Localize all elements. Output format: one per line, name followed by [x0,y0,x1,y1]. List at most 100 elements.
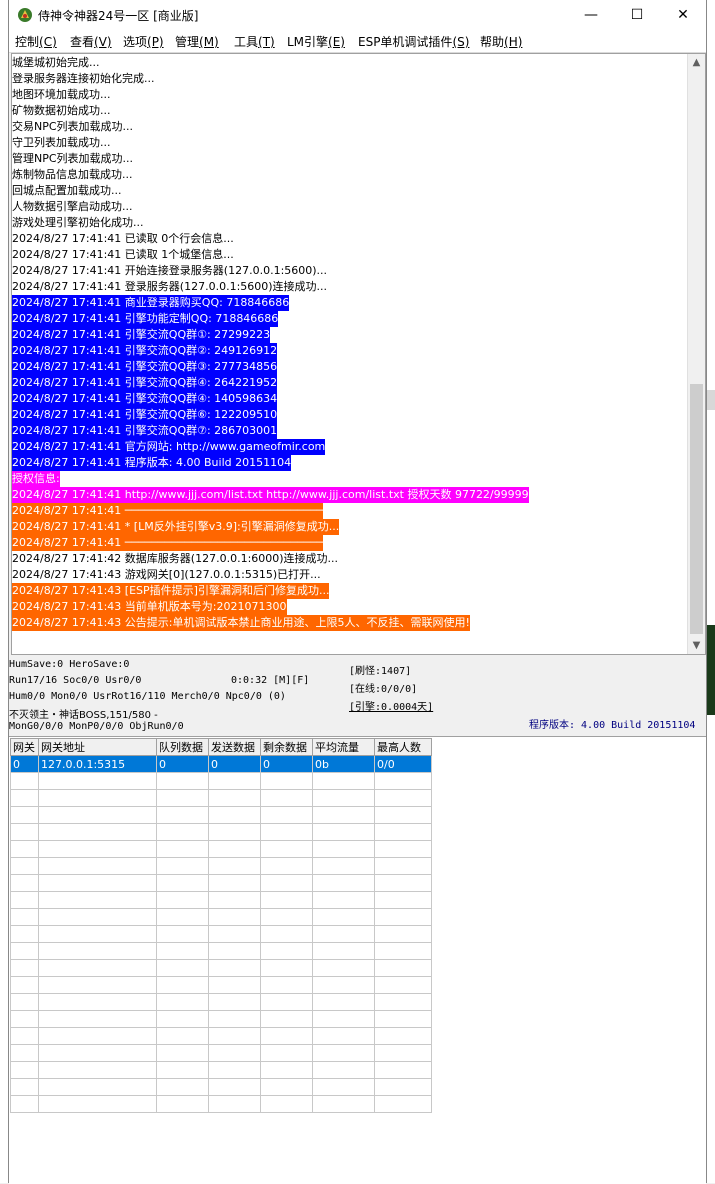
empty-cell [260,976,313,994]
column-header[interactable]: 剩余数据 [260,738,313,756]
empty-cell [208,840,261,858]
table-cell: 0 [208,755,261,773]
column-header[interactable]: 最高人数 [374,738,432,756]
empty-cell [260,789,313,807]
empty-cell [312,959,375,977]
empty-cell [312,840,375,858]
minimize-button[interactable]: — [568,0,614,30]
empty-cell [208,959,261,977]
empty-row [10,976,432,994]
empty-row [10,1095,432,1113]
column-header[interactable]: 网关地址 [38,738,157,756]
table-cell: 127.0.0.1:5315 [38,755,157,773]
empty-cell [208,1078,261,1096]
empty-cell [38,976,157,994]
table-row[interactable]: 0 127.0.0.1:5315 0 0 0 0b 0/0 [10,755,432,773]
menu-item-6[interactable]: ESP单机调试插件(S) [358,33,469,50]
log-text: 2024/8/27 17:41:43 当前单机版本号为:2021071300 [12,599,287,615]
scroll-up-arrow-icon[interactable]: ▲ [688,54,705,71]
log-text: 登录服务器连接初始化完成... [12,72,155,85]
empty-row [10,1061,432,1079]
empty-cell [312,891,375,909]
empty-cell [156,1078,209,1096]
status-counts: Hum0/0 Mon0/0 UsrRot16/110 Merch0/0 Npc0… [9,691,286,702]
empty-row [10,789,432,807]
empty-cell [10,1027,39,1045]
empty-cell [208,993,261,1011]
empty-cell [208,772,261,790]
empty-cell [374,806,432,824]
log-line: 2024/8/27 17:41:42 数据库服务器(127.0.0.1:6000… [12,551,692,567]
empty-row [10,993,432,1011]
empty-row [10,891,432,909]
log-line: 矿物数据初始成功... [12,103,692,119]
table-cell: 0 [156,755,209,773]
empty-cell [156,1095,209,1113]
status-engine[interactable]: [引擎:0.0004天] [349,698,433,713]
empty-cell [10,908,39,926]
column-header[interactable]: 平均流量 [312,738,375,756]
program-version: 程序版本: 4.00 Build 20151104 [529,720,696,731]
log-lines: 城堡城初始完成... 登录服务器连接初始化完成... 地图环境加载成功... 矿物数据… [12,55,692,631]
log-panel[interactable]: 城堡城初始完成... 登录服务器连接初始化完成... 地图环境加载成功... 矿物数据… [11,53,706,655]
empty-cell [260,857,313,875]
title-bar[interactable]: 侍神令神器24号一区 [商业版] — ☐ ✕ [9,0,706,30]
log-text: 2024/8/27 17:41:41 官方网站: http://www.game… [12,439,326,455]
empty-cell [156,908,209,926]
menu-shortcut: (H) [504,35,523,49]
log-text: 2024/8/27 17:41:41 引擎交流QQ群②: 249126912 [12,343,278,359]
gateway-grid[interactable]: 网关 网关地址 队列数据 发送数据 剩余数据 平均流量 最高人数 0 127.0.0.1:53… [9,736,706,1184]
empty-cell [10,959,39,977]
empty-row [10,942,432,960]
status-monster: MonG0/0/0 MonP0/0/0 ObjRun0/0 [9,721,184,732]
log-text: 2024/8/27 17:41:41 ─────────────────────… [12,503,324,519]
menu-item-0[interactable]: 控制(C) [15,33,57,50]
empty-cell [10,840,39,858]
log-line: 管理NPC列表加载成功... [12,151,692,167]
menu-item-5[interactable]: LM引擎(E) [287,33,345,50]
maximize-button[interactable]: ☐ [614,0,660,30]
log-text: 2024/8/27 17:41:41 http://www.jjj.com/li… [12,487,529,503]
empty-cell [312,857,375,875]
minimize-icon: — [584,7,598,23]
menu-item-7[interactable]: 帮助(H) [480,33,522,50]
column-header[interactable]: 网关 [10,738,39,756]
menu-item-4[interactable]: 工具(T) [234,33,275,50]
empty-cell [208,1027,261,1045]
empty-cell [260,1078,313,1096]
empty-cell [156,976,209,994]
table-cell: 0 [10,755,39,773]
empty-cell [374,908,432,926]
empty-cell [10,806,39,824]
menu-shortcut: (P) [147,35,164,49]
log-text: 2024/8/27 17:41:43 游戏网关[0](127.0.0.1:531… [12,568,321,581]
scroll-thumb[interactable] [690,384,703,634]
menu-bar: 控制(C) 查看(V) 选项(P) 管理(M) 工具(T) LM引擎(E) ESP单机调试插… [9,30,706,53]
log-scrollbar[interactable]: ▲ ▼ [687,54,705,654]
menu-item-2[interactable]: 选项(P) [123,33,164,50]
empty-row [10,1010,432,1028]
empty-cell [260,891,313,909]
empty-cell [312,1061,375,1079]
menu-item-1[interactable]: 查看(V) [70,33,112,50]
log-text: 地图环境加载成功... [12,88,111,101]
empty-cell [38,891,157,909]
empty-cell [374,976,432,994]
menu-item-3[interactable]: 管理(M) [175,33,219,50]
gateway-table: 网关 网关地址 队列数据 发送数据 剩余数据 平均流量 最高人数 0 127.0.0.1:53… [10,738,432,1113]
column-header[interactable]: 发送数据 [208,738,261,756]
log-line: 2024/8/27 17:41:41 已读取 0个行会信息... [12,231,692,247]
empty-cell [38,840,157,858]
empty-cell [208,789,261,807]
log-line: 2024/8/27 17:41:41 引擎交流QQ群①: 27299223 [12,327,692,343]
scroll-down-arrow-icon[interactable]: ▼ [688,637,705,654]
empty-cell [312,806,375,824]
empty-cell [260,1044,313,1062]
empty-cell [312,925,375,943]
log-text: 人物数据引擎启动成功... [12,200,133,213]
log-line: 2024/8/27 17:41:41 引擎交流QQ群④: 140598634 [12,391,692,407]
close-button[interactable]: ✕ [660,0,706,30]
empty-cell [260,1027,313,1045]
column-header[interactable]: 队列数据 [156,738,209,756]
log-line: 2024/8/27 17:41:43 [ESP插件提示]引擎漏洞和后门修复成功.… [12,583,692,599]
